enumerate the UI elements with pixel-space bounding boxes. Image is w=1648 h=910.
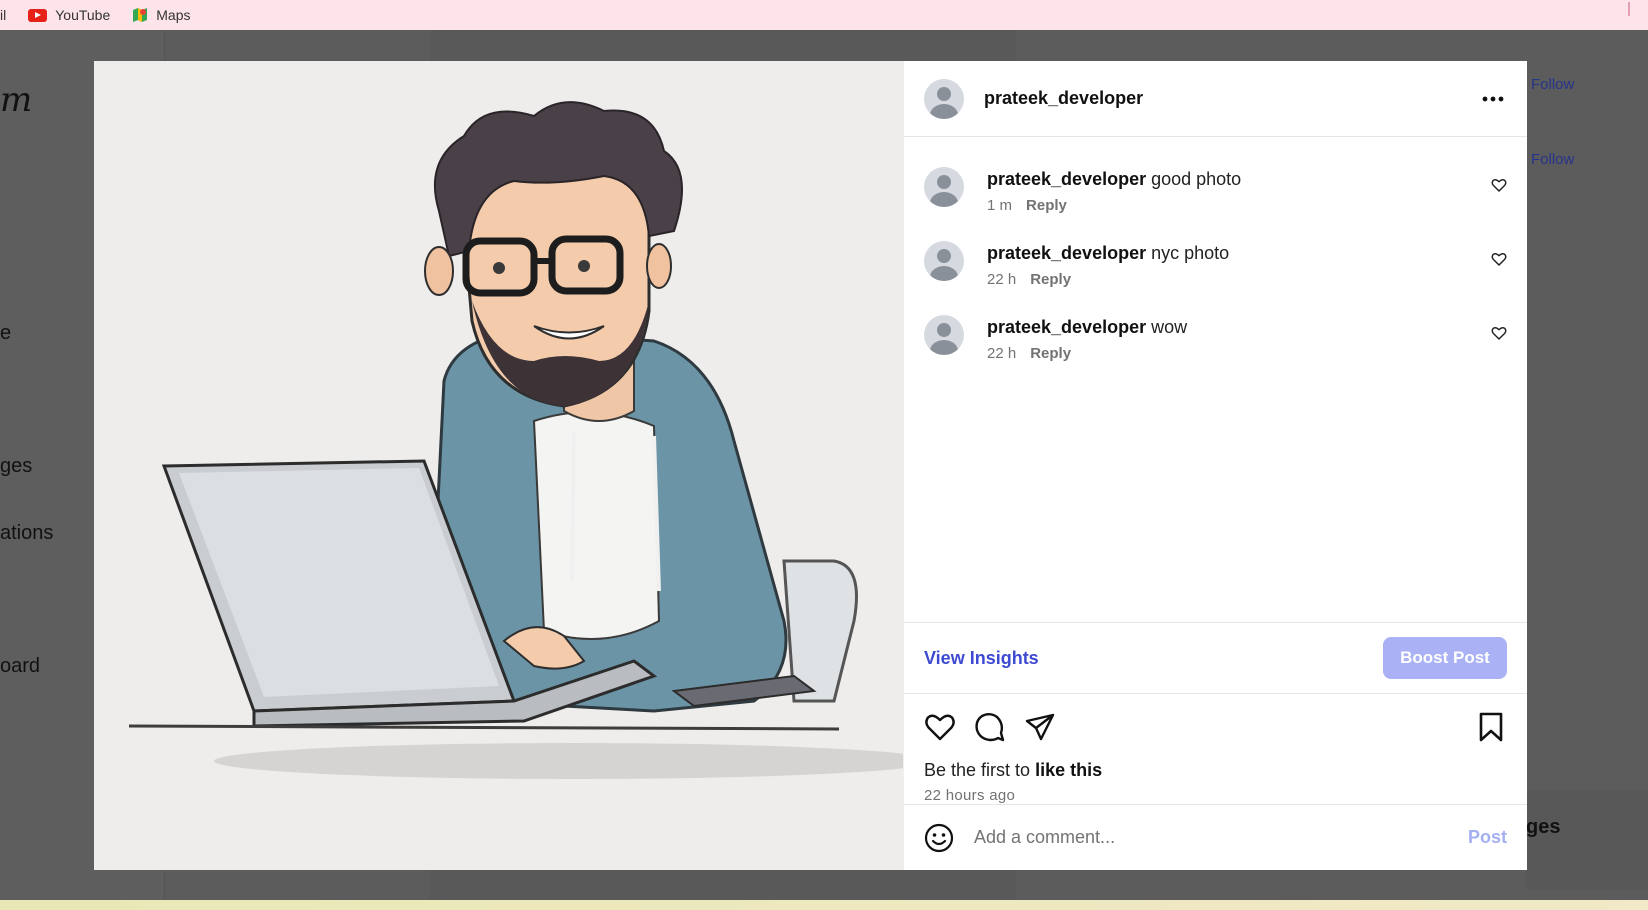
comment-reply-button[interactable]: Reply — [1030, 345, 1071, 362]
comment-username[interactable]: prateek_developer — [987, 317, 1146, 337]
more-options-icon[interactable] — [1479, 89, 1507, 109]
background-follow-link: Follow — [1531, 76, 1575, 93]
comment-username[interactable]: prateek_developer — [987, 169, 1146, 189]
comment-item: prateek_developer wow 22 h Reply — [924, 315, 1507, 362]
background-follow-link: Follow — [1531, 151, 1575, 168]
boost-post-button[interactable]: Boost Post — [1383, 637, 1507, 679]
share-send-icon[interactable] — [1024, 711, 1056, 743]
comment-avatar[interactable] — [924, 315, 964, 355]
comment-text: good photo — [1151, 169, 1242, 189]
add-comment-row: Post — [904, 804, 1527, 870]
bookmark-youtube-label: YouTube — [55, 7, 111, 23]
comment-line: prateek_developer good photo — [987, 167, 1507, 191]
background-nav-item: oard — [0, 655, 41, 677]
emoji-icon[interactable] — [924, 823, 954, 853]
comment-avatar[interactable] — [924, 167, 964, 207]
background-side-panel-label: ges — [1526, 816, 1561, 838]
comment-line: prateek_developer wow — [987, 315, 1507, 339]
comment-line: prateek_developer nyc photo — [987, 241, 1507, 265]
comment-time: 1 m — [987, 197, 1013, 214]
author-avatar[interactable] — [924, 78, 964, 119]
comment-text: wow — [1151, 317, 1188, 337]
background-side-panel: ges — [1526, 790, 1648, 890]
background-nav-item: ations — [0, 522, 54, 544]
comment-item: prateek_developer good photo 1 m Reply — [924, 167, 1507, 214]
post-comment-button[interactable]: Post — [1468, 827, 1507, 848]
insights-row: View Insights Boost Post — [904, 622, 1527, 694]
likes-prefix: Be the first to — [924, 760, 1031, 780]
comment-reply-button[interactable]: Reply — [1030, 271, 1071, 288]
comment-item: prateek_developer nyc photo 22 h Reply — [924, 241, 1507, 288]
comment-time: 22 h — [987, 271, 1017, 288]
bookmark-partial[interactable]: il — [0, 7, 6, 23]
bookmarks-bar: il YouTube Maps — [0, 0, 1648, 30]
comment-body: prateek_developer nyc photo 22 h Reply — [987, 241, 1507, 288]
comment-like-icon[interactable] — [1491, 325, 1507, 341]
comment-text: nyc photo — [1151, 243, 1230, 263]
post-time-ago: 22 hours ago — [924, 787, 1016, 804]
developer-cartoon-illustration — [94, 61, 903, 870]
bookmark-partial-label: il — [0, 7, 7, 23]
bookmarks-overflow — [1628, 2, 1648, 16]
like-heart-icon[interactable] — [924, 711, 956, 743]
comment-like-icon[interactable] — [1491, 251, 1507, 267]
comments-list: prateek_developer good photo 1 m Reply p… — [904, 137, 1527, 622]
comment-body: prateek_developer good photo 1 m Reply — [987, 167, 1507, 214]
bookmark-maps-label: Maps — [156, 7, 191, 23]
post-header: prateek_developer — [904, 61, 1527, 137]
comment-input[interactable] — [974, 827, 1468, 848]
author-username[interactable]: prateek_developer — [984, 88, 1479, 109]
comment-body: prateek_developer wow 22 h Reply — [987, 315, 1507, 362]
comment-like-icon[interactable] — [1491, 177, 1507, 193]
comment-bubble-icon[interactable] — [974, 711, 1006, 743]
background-logo: m — [0, 80, 33, 120]
background-bottom-strip — [0, 900, 1648, 910]
post-side-panel: prateek_developer prateek_developer good… — [903, 61, 1527, 870]
comment-meta: 22 h Reply — [987, 345, 1507, 362]
bookmark-icon[interactable] — [1475, 711, 1507, 743]
comment-meta: 1 m Reply — [987, 197, 1507, 214]
maps-icon — [133, 8, 148, 22]
comment-reply-button[interactable]: Reply — [1026, 197, 1067, 214]
post-image — [94, 61, 903, 870]
view-insights-link[interactable]: View Insights — [924, 648, 1039, 669]
bookmark-maps[interactable]: Maps — [132, 7, 190, 23]
post-actions — [904, 694, 1527, 760]
likes-summary: Be the first to like this — [904, 760, 1527, 781]
comment-avatar[interactable] — [924, 241, 964, 281]
background-nav-item: e — [0, 322, 12, 344]
youtube-icon — [28, 8, 48, 22]
background-nav-item: ges — [0, 455, 33, 477]
comment-time: 22 h — [987, 345, 1017, 362]
comment-username[interactable]: prateek_developer — [987, 243, 1146, 263]
like-this-link[interactable]: like this — [1035, 760, 1102, 780]
bookmark-youtube[interactable]: YouTube — [28, 7, 110, 23]
post-modal: prateek_developer prateek_developer good… — [94, 61, 1527, 870]
comment-meta: 22 h Reply — [987, 271, 1507, 288]
